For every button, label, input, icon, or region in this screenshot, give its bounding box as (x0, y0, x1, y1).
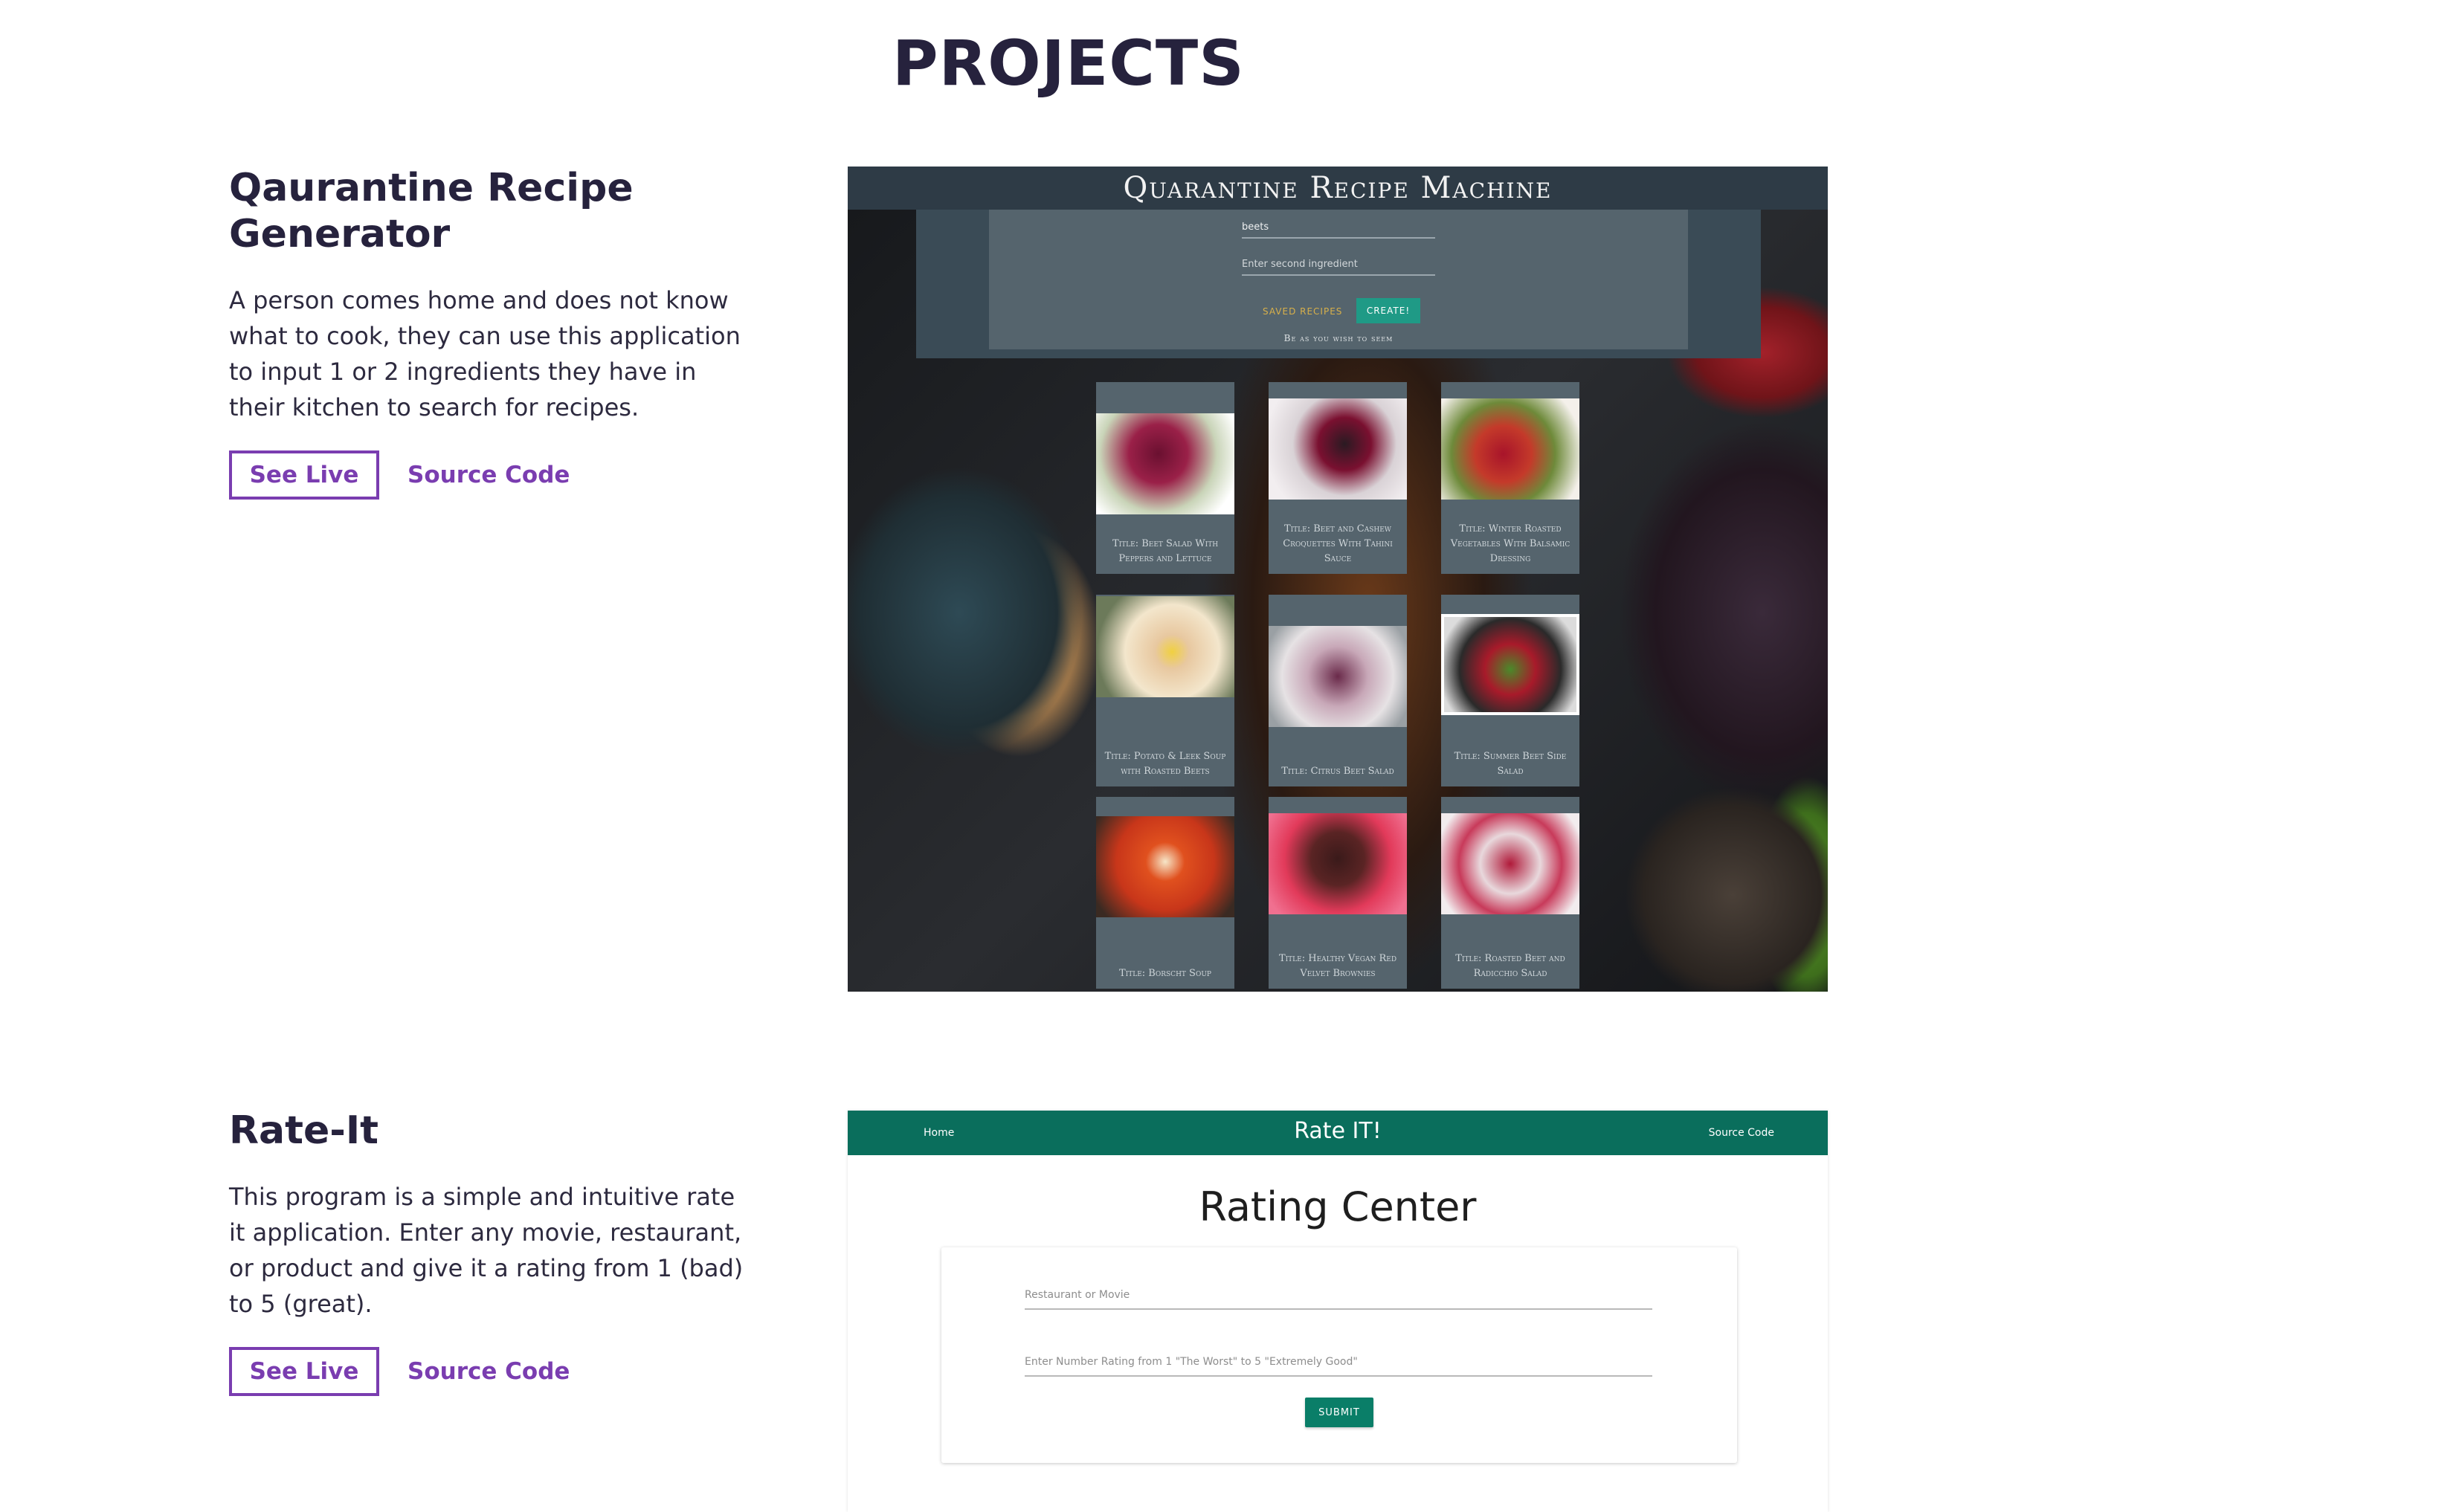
second-ingredient-input: Enter second ingredient (1242, 259, 1435, 276)
page-title: PROJECTS (892, 27, 1245, 100)
see-live-button[interactable]: See Live (229, 1347, 379, 1396)
recipe-card: Title: Citrus Beet Salad (1269, 595, 1407, 786)
recipe-photo (1441, 813, 1579, 914)
recipe-card: Title: Borscht Soup (1096, 797, 1234, 989)
project-actions: See Live Source Code (229, 1347, 764, 1396)
project-actions: See Live Source Code (229, 450, 764, 500)
recipe-card-title: Title: Beet and Cashew Croquettes With T… (1283, 523, 1393, 564)
recipe-photo (1441, 614, 1579, 715)
nav-source-code-link: Source Code (1708, 1127, 1774, 1139)
recipe-photo (1269, 626, 1407, 727)
recipe-card-title: Title: Borscht Soup (1119, 968, 1211, 979)
recipe-card: Title: Summer Beet Side Salad (1441, 595, 1579, 786)
recipe-card: Title: Winter Roasted Vegetables With Ba… (1441, 382, 1579, 574)
recipe-photo (1096, 413, 1234, 514)
project-info: Rate-It This program is a simple and int… (229, 1108, 764, 1396)
project-title: Qaurantine Recipe Generator (229, 166, 634, 256)
source-code-link[interactable]: Source Code (403, 1358, 574, 1385)
submit-button: SUBMIT (1305, 1398, 1373, 1427)
project-description: This program is a simple and intuitive r… (229, 1183, 744, 1318)
rate-it-screenshot[interactable]: Home Rate IT! Source Code Rating Center … (848, 1111, 1828, 1512)
saved-recipes-link: SAVED RECIPES (1263, 306, 1343, 317)
item-name-field: Restaurant or Movie (1025, 1289, 1652, 1310)
recipe-card-title: Title: Winter Roasted Vegetables With Ba… (1450, 523, 1570, 564)
rating-center-heading: Rating Center (1199, 1183, 1477, 1230)
source-code-link[interactable]: Source Code (403, 462, 574, 488)
recipe-card-title: Title: Summer Beet Side Salad (1454, 751, 1567, 777)
recipe-app-screenshot[interactable]: Quarantine Recipe Machine beets Enter se… (848, 167, 1828, 992)
recipe-photo (1269, 813, 1407, 914)
recipe-photo (1096, 596, 1234, 697)
recipe-card: Title: Beet and Cashew Croquettes With T… (1269, 382, 1407, 574)
recipe-card: Title: Beet Salad With Peppers and Lettu… (1096, 382, 1234, 574)
recipe-photo (1269, 398, 1407, 500)
recipe-card: Title: Healthy Vegan Red Velvet Brownies (1269, 797, 1407, 989)
first-ingredient-input: beets (1242, 222, 1435, 239)
recipe-motto: Be as you wish to seem (1283, 333, 1394, 343)
recipe-card-title: Title: Beet Salad With Peppers and Lettu… (1112, 538, 1219, 564)
recipe-card-title: Title: Roasted Beet and Radicchio Salad (1455, 953, 1565, 979)
recipe-card-title: Title: Healthy Vegan Red Velvet Brownies (1278, 953, 1397, 979)
recipe-photo (1096, 816, 1234, 917)
rating-field: Enter Number Rating from 1 "The Worst" t… (1025, 1356, 1652, 1377)
recipe-card: Title: Roasted Beet and Radicchio Salad (1441, 797, 1579, 989)
rate-it-navbar: Home Rate IT! Source Code (848, 1111, 1828, 1155)
rating-form-card: Restaurant or Movie Enter Number Rating … (941, 1247, 1737, 1463)
create-button: CREATE! (1356, 298, 1420, 323)
recipe-photo (1441, 398, 1579, 500)
recipe-card-title: Title: Citrus Beet Salad (1281, 766, 1394, 777)
recipe-card: Title: Potato & Leek Soup with Roasted B… (1096, 595, 1234, 786)
project-info: Qaurantine Recipe Generator A person com… (229, 165, 764, 500)
project-description: A person comes home and does not know wh… (229, 286, 741, 421)
see-live-button[interactable]: See Live (229, 450, 379, 500)
recipe-card-title: Title: Potato & Leek Soup with Roasted B… (1104, 751, 1226, 777)
rate-it-brand: Rate IT! (1294, 1118, 1382, 1144)
project-title: Rate-It (229, 1108, 379, 1153)
recipe-search-form: beets Enter second ingredient SAVED RECI… (989, 210, 1688, 349)
recipe-app-header: Quarantine Recipe Machine (848, 167, 1828, 210)
